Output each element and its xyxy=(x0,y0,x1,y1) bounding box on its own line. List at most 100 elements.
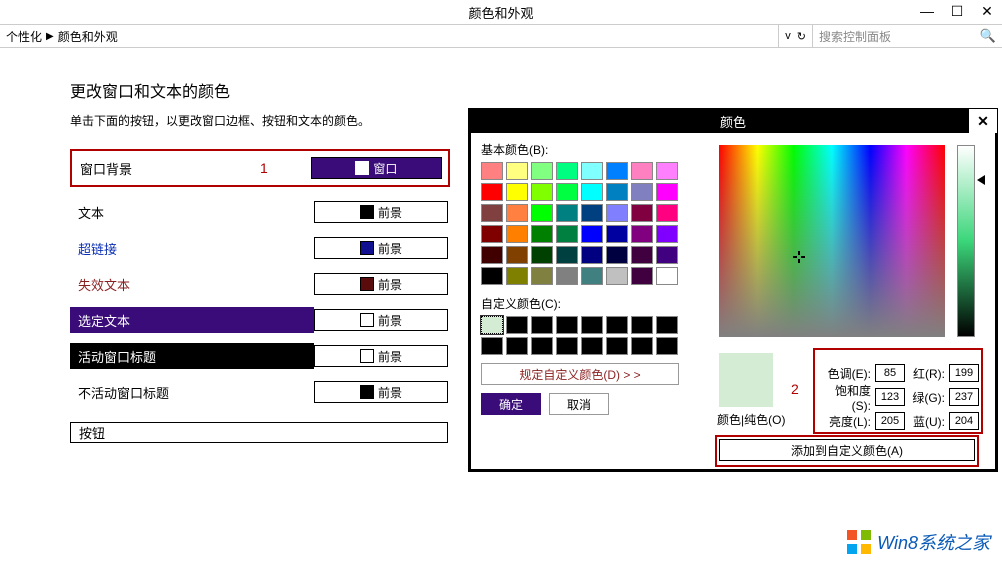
luminosity-bar[interactable] xyxy=(957,145,975,337)
ok-button[interactable]: 确定 xyxy=(481,393,541,415)
basic-color-swatch[interactable] xyxy=(631,204,653,222)
custom-color-swatch[interactable] xyxy=(481,337,503,355)
row-inactive-title-label: 不活动窗口标题 xyxy=(70,383,314,402)
row-disabled-label: 失效文本 xyxy=(70,275,314,294)
disabled-fg-button[interactable]: 前景 xyxy=(314,273,448,295)
basic-color-swatch[interactable] xyxy=(481,204,503,222)
add-to-custom-button[interactable]: 添加到自定义颜色(A) xyxy=(719,439,975,461)
breadcrumb[interactable]: 个性化 ▶ 颜色和外观 xyxy=(0,25,778,47)
basic-color-swatch[interactable] xyxy=(656,225,678,243)
custom-color-swatch[interactable] xyxy=(606,316,628,334)
basic-color-swatch[interactable] xyxy=(481,183,503,201)
close-icon[interactable]: ✕ xyxy=(969,109,997,133)
hue-field[interactable] xyxy=(875,364,905,382)
window-bg-button[interactable]: 窗口 xyxy=(311,157,442,179)
basic-color-swatch[interactable] xyxy=(581,204,603,222)
minimize-button[interactable]: — xyxy=(912,0,942,22)
color-preview-label[interactable]: 颜色|纯色(O) xyxy=(717,411,785,428)
color-spectrum[interactable] xyxy=(719,145,945,337)
basic-color-swatch[interactable] xyxy=(631,162,653,180)
custom-color-swatch[interactable] xyxy=(631,337,653,355)
basic-color-swatch[interactable] xyxy=(606,267,628,285)
basic-color-swatch[interactable] xyxy=(531,225,553,243)
maximize-button[interactable]: ☐ xyxy=(942,0,972,22)
breadcrumb-root[interactable]: 个性化 xyxy=(6,28,42,45)
custom-color-swatch[interactable] xyxy=(631,316,653,334)
custom-color-swatch[interactable] xyxy=(581,337,603,355)
custom-color-swatch[interactable] xyxy=(656,337,678,355)
basic-color-swatch[interactable] xyxy=(581,225,603,243)
search-input[interactable]: 搜索控制面板 🔍 xyxy=(812,25,1002,47)
blue-field[interactable] xyxy=(949,412,979,430)
custom-color-swatch[interactable] xyxy=(481,316,503,334)
basic-color-swatch[interactable] xyxy=(606,183,628,201)
basic-color-swatch[interactable] xyxy=(481,267,503,285)
basic-color-swatch[interactable] xyxy=(506,204,528,222)
basic-color-swatch[interactable] xyxy=(556,162,578,180)
basic-color-swatch[interactable] xyxy=(531,267,553,285)
basic-color-swatch[interactable] xyxy=(481,162,503,180)
search-icon[interactable]: 🔍 xyxy=(980,28,996,44)
basic-color-swatch[interactable] xyxy=(631,246,653,264)
basic-color-swatch[interactable] xyxy=(556,183,578,201)
basic-color-swatch[interactable] xyxy=(606,225,628,243)
custom-color-swatch[interactable] xyxy=(656,316,678,334)
basic-color-swatch[interactable] xyxy=(656,183,678,201)
basic-color-swatch[interactable] xyxy=(656,162,678,180)
lum-field[interactable] xyxy=(875,412,905,430)
basic-color-swatch[interactable] xyxy=(531,204,553,222)
basic-color-swatch[interactable] xyxy=(606,204,628,222)
basic-color-swatch[interactable] xyxy=(531,183,553,201)
swatch-icon xyxy=(360,205,374,219)
basic-color-swatch[interactable] xyxy=(506,162,528,180)
basic-color-swatch[interactable] xyxy=(656,246,678,264)
selected-fg-button[interactable]: 前景 xyxy=(314,309,448,331)
basic-color-swatch[interactable] xyxy=(631,225,653,243)
refresh-icon[interactable]: ↻ xyxy=(797,30,806,43)
cancel-button[interactable]: 取消 xyxy=(549,393,609,415)
crosshair-icon[interactable] xyxy=(793,251,805,263)
basic-color-swatch[interactable] xyxy=(581,246,603,264)
row-button-label[interactable]: 按钮 xyxy=(70,422,448,443)
basic-color-swatch[interactable] xyxy=(606,162,628,180)
basic-color-swatch[interactable] xyxy=(556,204,578,222)
basic-color-swatch[interactable] xyxy=(581,183,603,201)
basic-color-swatch[interactable] xyxy=(506,225,528,243)
basic-color-swatch[interactable] xyxy=(556,267,578,285)
basic-color-swatch[interactable] xyxy=(631,267,653,285)
dropdown-icon[interactable]: v xyxy=(785,30,791,42)
basic-color-swatch[interactable] xyxy=(531,162,553,180)
sat-field[interactable] xyxy=(875,388,905,406)
red-field[interactable] xyxy=(949,364,979,382)
basic-color-swatch[interactable] xyxy=(606,246,628,264)
luminosity-pointer-icon[interactable] xyxy=(977,175,985,185)
custom-color-swatch[interactable] xyxy=(506,337,528,355)
basic-color-swatch[interactable] xyxy=(506,246,528,264)
close-button[interactable]: ✕ xyxy=(972,0,1002,22)
basic-color-swatch[interactable] xyxy=(506,267,528,285)
basic-color-swatch[interactable] xyxy=(556,246,578,264)
inactive-title-fg-button[interactable]: 前景 xyxy=(314,381,448,403)
custom-color-swatch[interactable] xyxy=(506,316,528,334)
custom-color-swatch[interactable] xyxy=(606,337,628,355)
green-field[interactable] xyxy=(949,388,979,406)
basic-color-swatch[interactable] xyxy=(581,162,603,180)
text-fg-button[interactable]: 前景 xyxy=(314,201,448,223)
basic-color-swatch[interactable] xyxy=(531,246,553,264)
custom-color-swatch[interactable] xyxy=(581,316,603,334)
active-title-fg-button[interactable]: 前景 xyxy=(314,345,448,367)
basic-color-swatch[interactable] xyxy=(556,225,578,243)
hyperlink-fg-button[interactable]: 前景 xyxy=(314,237,448,259)
define-custom-color-button[interactable]: 规定自定义颜色(D) > > xyxy=(481,363,679,385)
basic-color-swatch[interactable] xyxy=(631,183,653,201)
basic-color-swatch[interactable] xyxy=(506,183,528,201)
basic-color-swatch[interactable] xyxy=(481,225,503,243)
basic-color-swatch[interactable] xyxy=(656,204,678,222)
basic-color-swatch[interactable] xyxy=(581,267,603,285)
custom-color-swatch[interactable] xyxy=(556,316,578,334)
custom-color-swatch[interactable] xyxy=(531,337,553,355)
custom-color-swatch[interactable] xyxy=(556,337,578,355)
custom-color-swatch[interactable] xyxy=(531,316,553,334)
basic-color-swatch[interactable] xyxy=(481,246,503,264)
basic-color-swatch[interactable] xyxy=(656,267,678,285)
